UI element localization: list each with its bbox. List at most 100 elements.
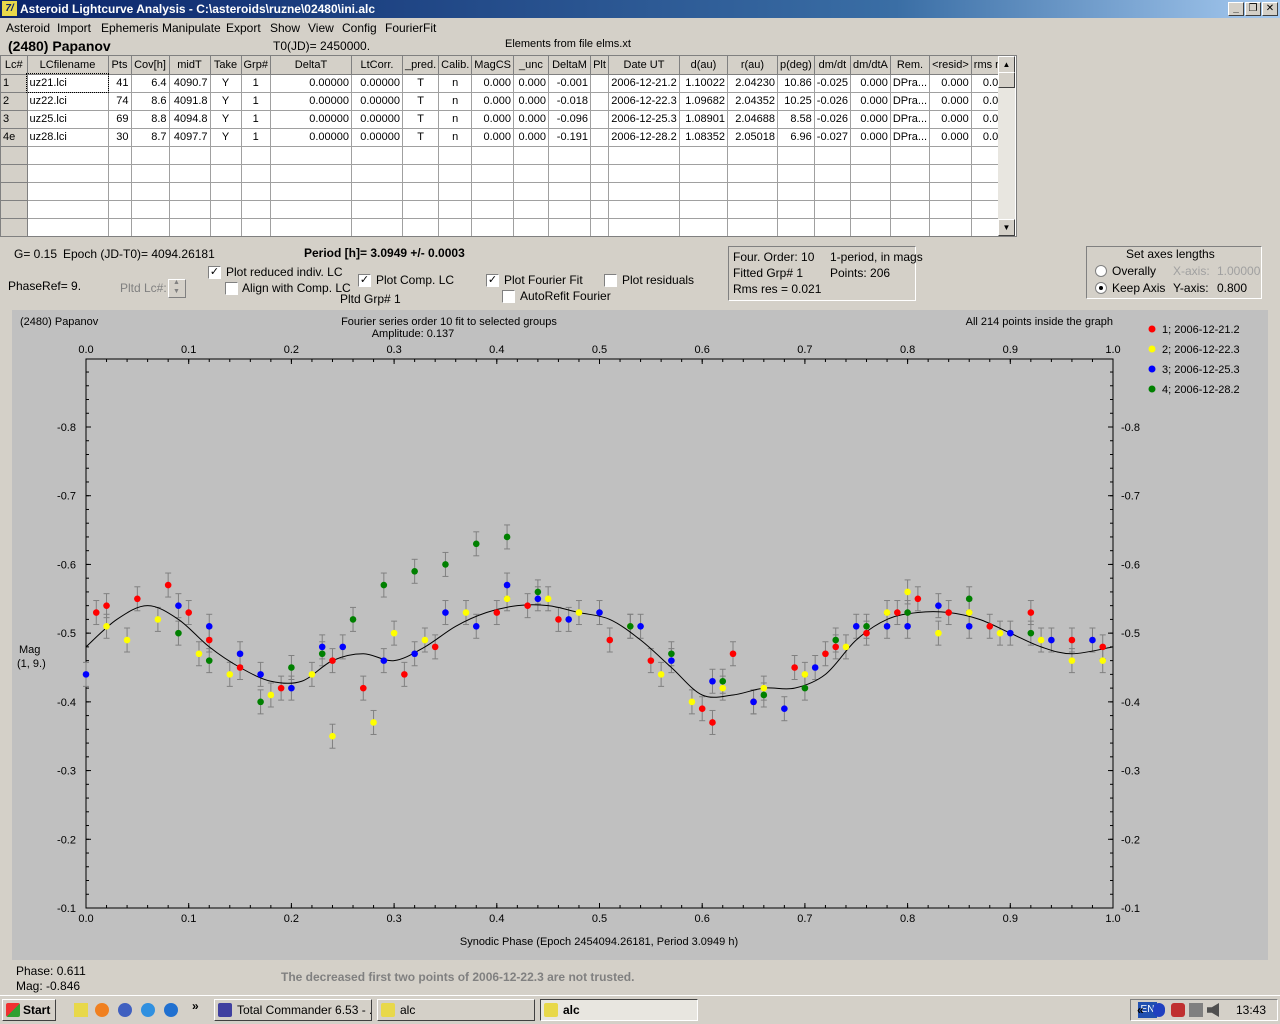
table-cell[interactable] <box>679 164 728 183</box>
minimize-button[interactable]: _ <box>1228 2 1244 16</box>
table-cell[interactable] <box>679 146 728 165</box>
table-cell[interactable]: 1 <box>241 110 271 129</box>
table-cell[interactable] <box>850 218 891 236</box>
table-cell[interactable] <box>727 218 778 236</box>
table-cell[interactable] <box>890 146 931 165</box>
table-cell[interactable] <box>169 182 211 201</box>
table-cell[interactable]: 10.25 <box>777 92 815 111</box>
table-cell[interactable] <box>548 146 591 165</box>
table-cell[interactable]: 0.000 <box>513 128 549 147</box>
overally-radio[interactable] <box>1095 265 1107 277</box>
start-button[interactable]: Start <box>2 999 56 1021</box>
table-cell[interactable] <box>890 182 931 201</box>
table-cell[interactable] <box>850 182 891 201</box>
table-cell[interactable]: 0.000 <box>850 128 891 147</box>
table-cell[interactable] <box>513 218 549 236</box>
table-cell[interactable]: uz25.lci <box>27 110 109 129</box>
menu-manipulate[interactable]: Manipulate <box>162 21 221 35</box>
table-cell[interactable]: 0.00000 <box>270 128 352 147</box>
table-cell[interactable] <box>241 218 271 236</box>
table-cell[interactable]: 69 <box>108 110 132 129</box>
table-cell[interactable] <box>727 182 778 201</box>
table-cell[interactable]: n <box>438 110 473 129</box>
table-cell[interactable] <box>270 200 352 219</box>
table-cell[interactable] <box>929 200 972 219</box>
table-cell[interactable] <box>210 200 242 219</box>
spin-down-icon[interactable]: ▼ <box>173 288 180 295</box>
table-cell[interactable] <box>590 92 609 111</box>
table-cell[interactable] <box>471 146 514 165</box>
table-cell[interactable]: -0.001 <box>548 74 591 93</box>
table-cell[interactable]: n <box>438 128 473 147</box>
column-header[interactable]: LCfilename <box>27 56 109 75</box>
table-cell[interactable] <box>351 218 403 236</box>
table-cell[interactable] <box>777 182 815 201</box>
table-cell[interactable] <box>608 218 680 236</box>
table-cell[interactable] <box>131 200 170 219</box>
column-header[interactable]: d(au) <box>679 56 728 75</box>
task-alc-2[interactable]: alc <box>540 999 698 1021</box>
table-cell[interactable] <box>890 218 931 236</box>
table-cell[interactable] <box>1 218 28 236</box>
network-icon[interactable] <box>1189 1003 1203 1017</box>
table-cell[interactable] <box>590 146 609 165</box>
table-cell[interactable]: 0.00000 <box>270 92 352 111</box>
table-cell[interactable] <box>890 164 931 183</box>
table-cell[interactable] <box>108 200 132 219</box>
quicklaunch-more-icon[interactable]: » <box>192 999 199 1013</box>
table-cell[interactable] <box>241 146 271 165</box>
table-cell[interactable] <box>548 182 591 201</box>
table-cell[interactable] <box>270 182 352 201</box>
table-cell[interactable] <box>438 182 473 201</box>
column-header[interactable]: _pred. <box>402 56 440 75</box>
table-cell[interactable] <box>608 182 680 201</box>
column-header[interactable]: Plt <box>590 56 609 75</box>
table-cell[interactable] <box>590 74 609 93</box>
column-header[interactable]: Lc# <box>1 56 28 75</box>
table-cell[interactable] <box>1 200 28 219</box>
yaxis-value[interactable]: 0.800 <box>1217 281 1247 295</box>
lightcurve-chart[interactable]: (2480) Papanov Fourier series order 10 f… <box>12 310 1268 960</box>
table-cell[interactable] <box>814 218 851 236</box>
firefox-icon[interactable] <box>95 1003 109 1017</box>
table-cell[interactable]: n <box>438 92 473 111</box>
table-cell[interactable] <box>1 146 28 165</box>
table-cell[interactable] <box>608 164 680 183</box>
table-cell[interactable] <box>402 200 440 219</box>
table-cell[interactable]: 1 <box>241 74 271 93</box>
table-cell[interactable] <box>679 182 728 201</box>
table-cell[interactable]: uz21.lci <box>26 73 109 93</box>
table-scrollbar[interactable]: ▲ ▼ <box>998 56 1015 236</box>
table-cell[interactable]: -0.027 <box>814 128 851 147</box>
table-cell[interactable] <box>471 182 514 201</box>
tray-expand-icon[interactable]: « <box>1137 1000 1144 1020</box>
spin-up-icon[interactable]: ▲ <box>173 279 180 286</box>
table-row-empty[interactable] <box>1 182 1014 201</box>
table-cell[interactable]: 30 <box>108 128 132 147</box>
table-cell[interactable]: uz22.lci <box>27 92 109 111</box>
menu-view[interactable]: View <box>308 21 334 35</box>
table-cell[interactable] <box>777 218 815 236</box>
align-comp-checkbox[interactable] <box>225 282 238 295</box>
table-cell[interactable]: 0.000 <box>850 74 891 93</box>
table-cell[interactable] <box>590 164 609 183</box>
table-cell[interactable]: T <box>402 128 440 147</box>
table-cell[interactable] <box>108 164 132 183</box>
table-cell[interactable]: 0.000 <box>471 110 514 129</box>
table-cell[interactable] <box>241 200 271 219</box>
table-cell[interactable]: 0.000 <box>929 92 972 111</box>
table-cell[interactable] <box>929 218 972 236</box>
table-cell[interactable] <box>402 164 440 183</box>
task-alc-1[interactable]: alc <box>377 999 535 1021</box>
table-cell[interactable]: 2006-12-25.3 <box>608 110 680 129</box>
table-cell[interactable] <box>108 146 132 165</box>
table-cell[interactable] <box>590 128 609 147</box>
keep-axis-radio[interactable] <box>1095 282 1107 294</box>
column-header[interactable]: LtCorr. <box>351 56 403 75</box>
plot-residuals-checkbox[interactable] <box>604 274 617 287</box>
table-cell[interactable]: DPra... <box>890 110 931 129</box>
table-cell[interactable] <box>27 146 109 165</box>
table-cell[interactable]: 8.8 <box>131 110 170 129</box>
column-header[interactable]: MagCS <box>471 56 514 75</box>
table-cell[interactable] <box>814 200 851 219</box>
